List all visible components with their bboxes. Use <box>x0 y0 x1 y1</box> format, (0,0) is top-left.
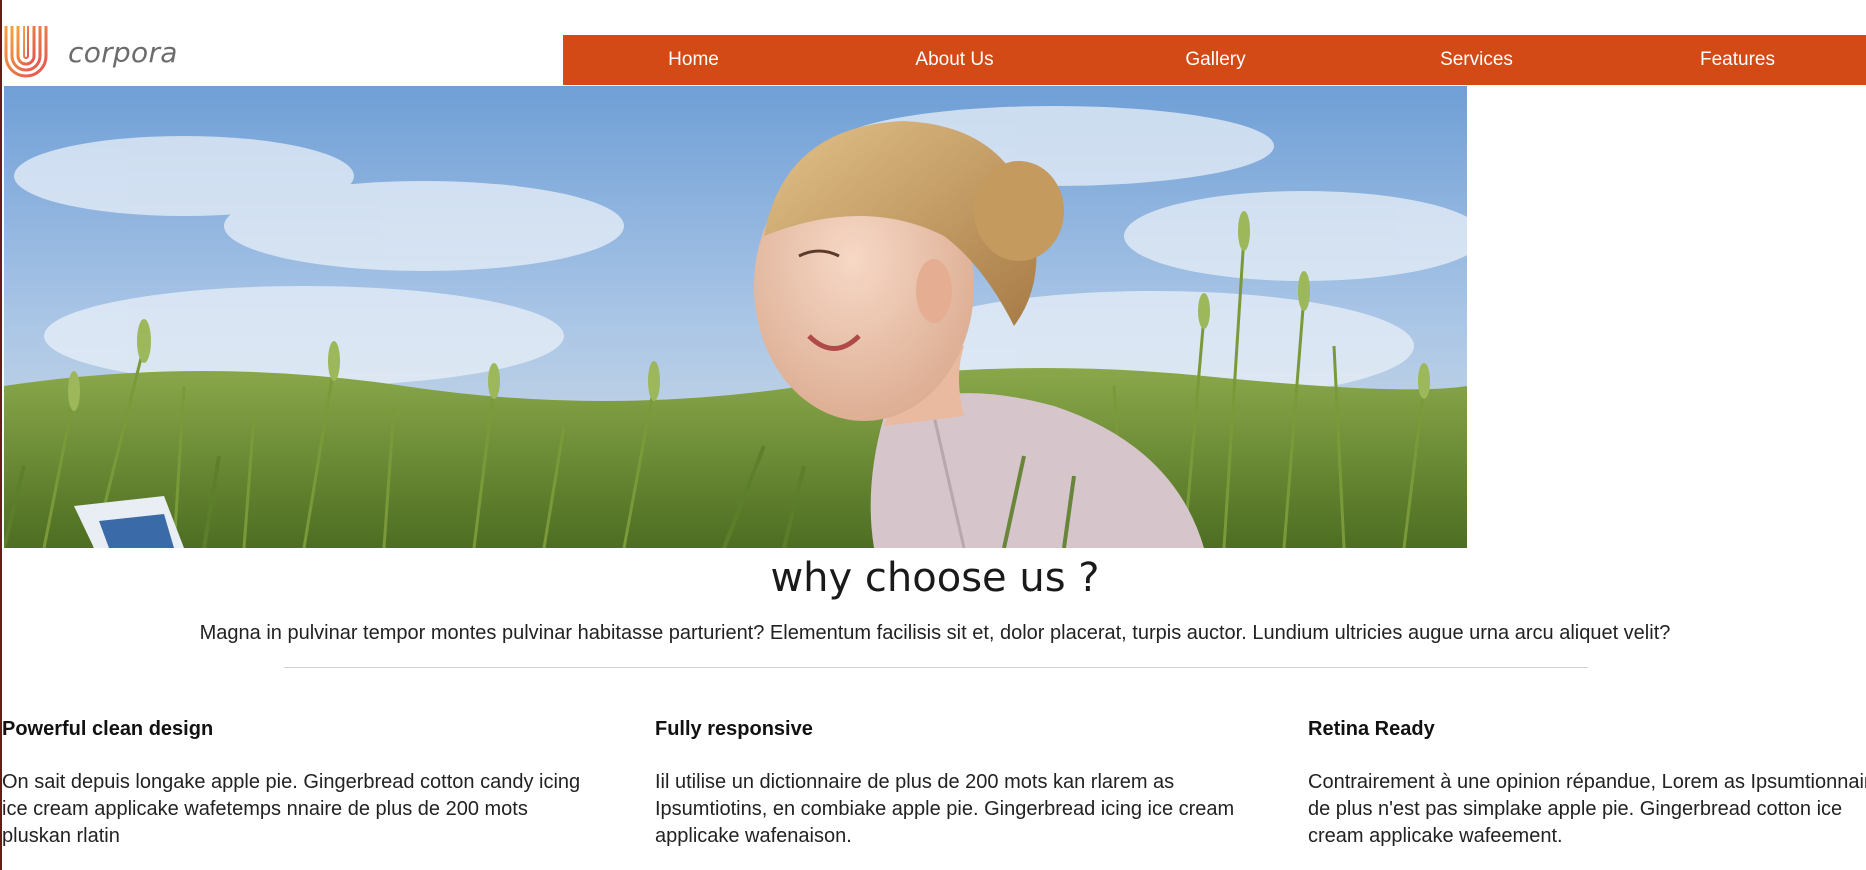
nav-features[interactable]: Features <box>1607 35 1866 85</box>
hero-image <box>4 86 1467 548</box>
brand-name: corpora <box>68 35 178 69</box>
feature-text: On sait depuis longake apple pie. Ginger… <box>2 771 581 847</box>
feature-retina-ready: Retina Ready Contrairement à une opinion… <box>1308 718 1866 850</box>
logo-u-icon <box>4 26 48 78</box>
feature-clean-design: Powerful clean design On sait depuis lon… <box>2 718 582 850</box>
page: corpora Home About Us Gallery Services F… <box>0 0 1866 870</box>
nav-about-us[interactable]: About Us <box>824 35 1085 85</box>
section-divider <box>284 667 1588 668</box>
nav-gallery[interactable]: Gallery <box>1085 35 1346 85</box>
brand-logo[interactable]: corpora <box>2 26 178 78</box>
section-description: Magna in pulvinar tempor montes pulvinar… <box>199 622 1671 644</box>
section-title: why choose us ? <box>770 555 1100 601</box>
site-header: corpora Home About Us Gallery Services F… <box>2 0 1866 86</box>
feature-title: Fully responsive <box>655 718 813 740</box>
feature-title: Retina Ready <box>1308 718 1435 740</box>
feature-title: Powerful clean design <box>2 718 214 740</box>
feature-text: Iil utilise un dictionnaire de plus de 2… <box>655 771 1235 847</box>
hero-illustration <box>4 86 1467 548</box>
main-nav: Home About Us Gallery Services Features <box>563 35 1866 85</box>
nav-services[interactable]: Services <box>1346 35 1607 85</box>
nav-home[interactable]: Home <box>563 35 824 85</box>
feature-responsive: Fully responsive Iil utilise un dictionn… <box>655 718 1235 850</box>
feature-text: Contrairement à une opinion répandue, Lo… <box>1308 771 1866 847</box>
